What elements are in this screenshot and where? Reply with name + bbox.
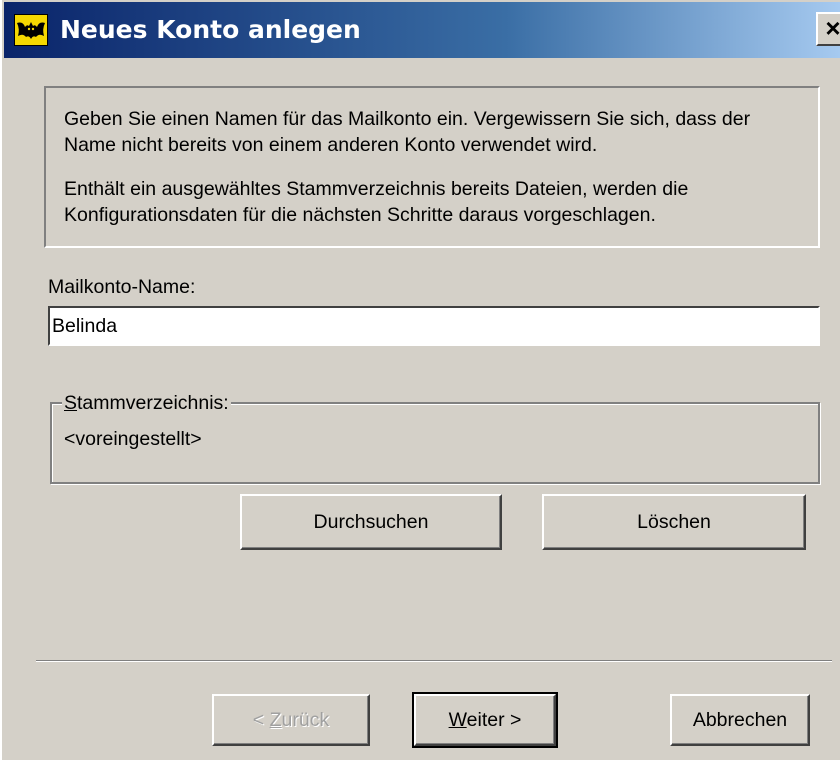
delete-button[interactable]: Löschen [542,494,806,550]
window-title: Neues Konto anlegen [60,15,361,44]
info-paragraph-rootdir: Enthält ein ausgewähltes Stammverzeichni… [64,178,689,226]
root-dir-legend: Stammverzeichnis: [62,392,231,415]
root-dir-value: <voreingestellt> [64,428,202,450]
bat-icon [14,14,48,46]
next-button-mnemonic: W [448,708,467,731]
browse-button[interactable]: Durchsuchen [240,494,502,550]
back-button-text: urück [281,708,330,731]
account-name-label: Mailkonto-Name: [48,276,196,298]
info-panel: Geben Sie einen Namen für das Mailkonto … [44,86,820,248]
next-button[interactable]: Weiter > [412,692,558,748]
cancel-button[interactable]: Abbrechen [670,694,810,746]
info-paragraph-name: Geben Sie einen Namen für das Mailkonto … [64,108,751,156]
footer-separator [36,660,832,662]
root-dir-legend-mnemonic: S [64,392,78,414]
dialog-window: Neues Konto anlegen × Geben Sie einen Na… [0,0,840,760]
account-name-input[interactable] [48,306,820,346]
title-bar[interactable]: Neues Konto anlegen × [4,2,840,58]
next-button-text: eiter > [466,708,522,731]
root-dir-legend-text: tammverzeichnis: [77,392,229,414]
back-button[interactable]: < Zurück [212,694,370,746]
back-button-prefix: < [252,708,270,731]
close-button[interactable]: × [816,12,840,46]
back-button-mnemonic: Z [269,708,282,731]
